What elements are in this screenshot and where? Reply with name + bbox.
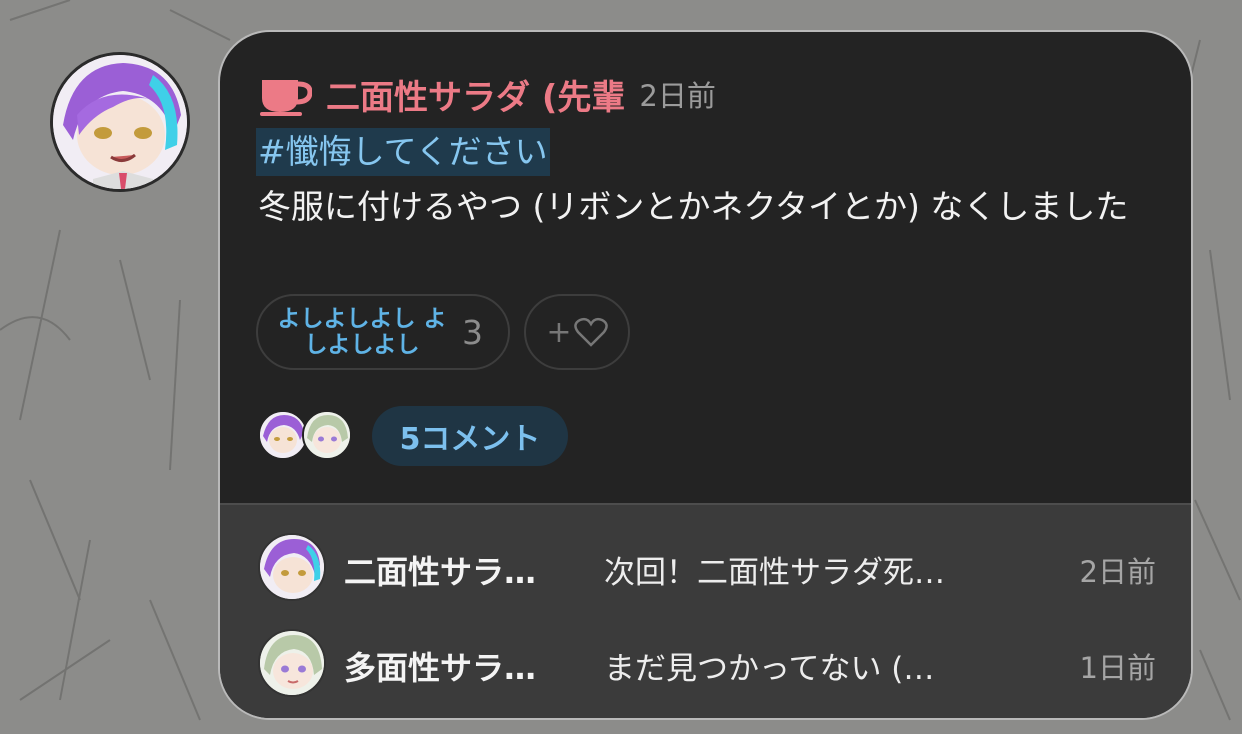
green-hair-avatar-icon (260, 631, 324, 695)
comment-time: 2日前 (1079, 555, 1156, 589)
purple-hair-avatar-icon (53, 55, 187, 189)
author-avatar[interactable] (50, 52, 190, 192)
add-reaction-button[interactable]: + (524, 294, 630, 370)
post-body: 冬服に付けるやつ (リボンとかネクタイとか) なくしました (258, 187, 1129, 226)
comment-time: 1日前 (1079, 651, 1156, 685)
green-hair-avatar-icon (304, 412, 350, 458)
hashtag-link[interactable]: #懺悔してください (256, 128, 550, 176)
comment-avatar[interactable] (258, 629, 326, 697)
comment-text: 次回！二面性サラダ死… (604, 555, 945, 591)
comment-author[interactable]: 二面性サラ… (344, 547, 589, 593)
post-timestamp: 2日前 (639, 79, 716, 113)
comments-count-button[interactable]: 5コメント (372, 406, 568, 466)
reaction-button[interactable]: よしよしよし よしよしよし 3 (256, 294, 510, 370)
comment-author[interactable]: 多面性サラ… (344, 643, 589, 689)
post-author-name[interactable]: 二面性サラダ (先輩 (326, 70, 625, 119)
purple-hair-avatar-icon (260, 412, 306, 458)
purple-hair-avatar-icon (260, 535, 324, 599)
add-reaction-plus: + (546, 314, 572, 350)
comment-item[interactable]: 二面性サラ… 次回！二面性サラダ死… 2日前 (258, 533, 1158, 603)
heart-outline-icon (573, 317, 608, 347)
commenter-avatar-1 (258, 410, 308, 460)
comment-item[interactable]: 多面性サラ… まだ見つかってない (… 1日前 (258, 629, 1158, 699)
coffee-cup-icon (260, 80, 312, 116)
comment-text: まだ見つかってない (… (604, 651, 935, 687)
comment-avatar[interactable] (258, 533, 326, 601)
reaction-label: よしよしよし よしよしよし (277, 306, 447, 358)
reaction-count: 3 (462, 312, 483, 352)
post-header: 二面性サラダ (先輩 2日前 (258, 70, 716, 119)
post-card[interactable]: 二面性サラダ (先輩 2日前 #懺悔してください 冬服に付けるやつ (リボンとか… (218, 30, 1193, 720)
commenter-avatar-2 (302, 410, 352, 460)
comments-panel: 二面性サラ… 次回！二面性サラダ死… 2日前 多面性サラ… まだ見つかってない … (220, 503, 1191, 718)
